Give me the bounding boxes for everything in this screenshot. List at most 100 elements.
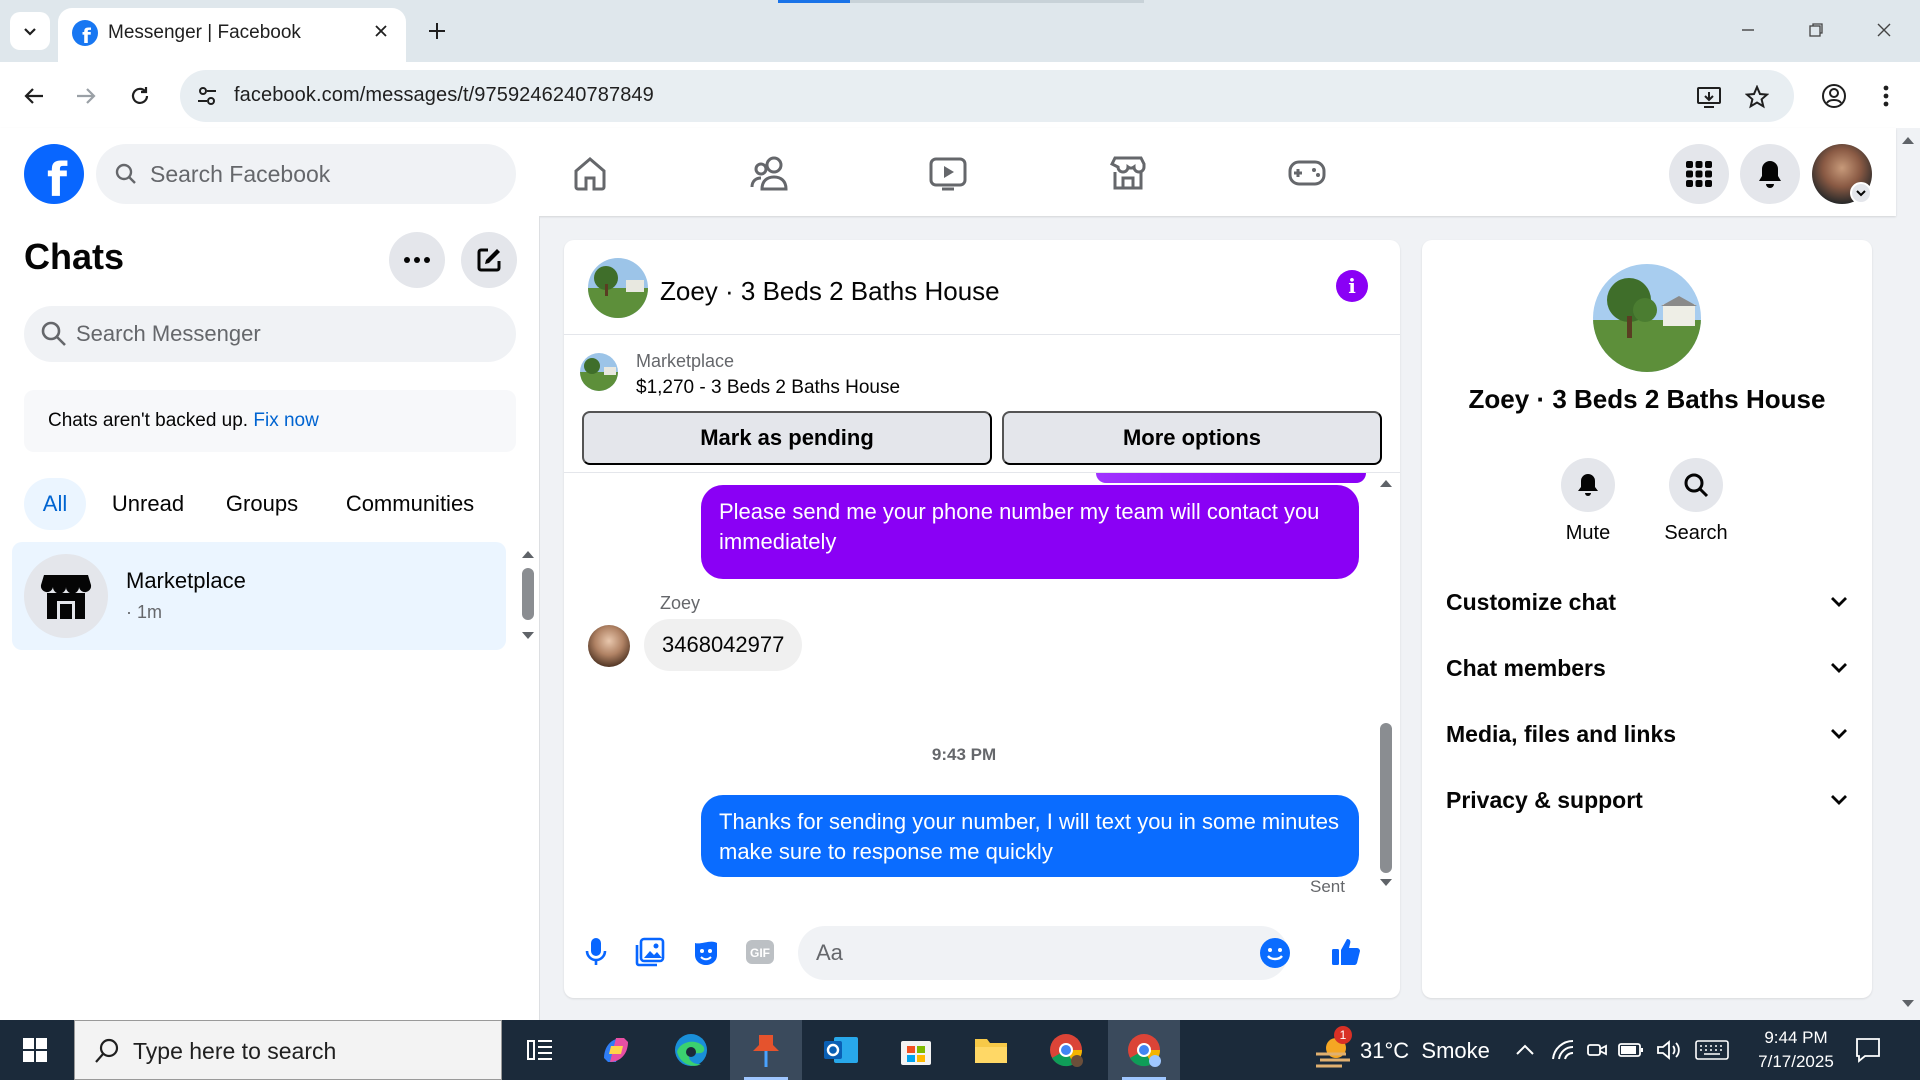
mute-action[interactable]: Mute	[1538, 458, 1638, 545]
tab-close-button[interactable]	[368, 18, 394, 44]
browser-tab-messenger[interactable]: f Messenger | Facebook	[58, 8, 406, 62]
store-app[interactable]	[880, 1020, 952, 1080]
sticker-button[interactable]	[684, 930, 728, 974]
install-app-icon[interactable]	[1694, 82, 1724, 112]
scroll-down-arrow-icon[interactable]	[1378, 877, 1394, 889]
listing-title[interactable]: $1,270 - 3 Beds 2 Baths House	[636, 377, 900, 399]
mark-as-pending-button[interactable]: Mark as pending	[582, 411, 992, 465]
nav-video[interactable]	[923, 148, 973, 198]
listing-thumbnail[interactable]	[580, 353, 618, 391]
site-info-icon[interactable]	[194, 83, 220, 109]
bookmark-star-icon[interactable]	[1742, 82, 1772, 112]
privacy-support-section[interactable]: Privacy & support	[1446, 772, 1848, 828]
volume-icon[interactable]	[1656, 1038, 1682, 1062]
attach-photo-button[interactable]	[628, 930, 672, 974]
chat-members-section[interactable]: Chat members	[1446, 640, 1848, 696]
voice-clip-button[interactable]	[574, 930, 618, 974]
mute-button[interactable]	[1561, 458, 1615, 512]
facebook-search-input[interactable]	[150, 154, 490, 194]
address-bar[interactable]: facebook.com/messages/t/9759246240787849	[180, 70, 1794, 122]
minimize-button[interactable]	[1726, 10, 1770, 50]
search-in-chat-button[interactable]	[1669, 458, 1723, 512]
taskbar-clock[interactable]: 9:44 PM 7/17/2025	[1736, 1026, 1856, 1074]
arrow-right-icon	[77, 88, 96, 104]
menu-button[interactable]	[1669, 144, 1729, 204]
conversation-title[interactable]: Zoey · 3 Beds 2 Baths House	[660, 276, 1000, 307]
media-files-links-section[interactable]: Media, files and links	[1446, 706, 1848, 762]
gif-button[interactable]: GIF	[738, 930, 782, 974]
notification-center-button[interactable]	[1854, 1036, 1884, 1064]
nav-gaming[interactable]	[1282, 148, 1332, 198]
fix-now-link[interactable]: Fix now	[253, 410, 318, 431]
account-dropdown-button[interactable]	[1850, 182, 1872, 204]
back-button[interactable]	[14, 76, 54, 116]
close-window-button[interactable]	[1862, 10, 1906, 50]
message-input-box[interactable]	[798, 926, 1290, 980]
notifications-button[interactable]	[1740, 144, 1800, 204]
browser-menu-button[interactable]	[1866, 76, 1906, 116]
filter-groups[interactable]: Groups	[210, 478, 314, 530]
network-icon[interactable]	[1550, 1038, 1576, 1062]
profile-button[interactable]	[1814, 76, 1854, 116]
facebook-logo-icon[interactable]: f	[24, 144, 84, 207]
chat-info-avatar[interactable]	[1593, 264, 1701, 372]
page-scroll-up-icon[interactable]	[1900, 134, 1916, 146]
outgoing-message[interactable]: Please send me your phone number my team…	[701, 485, 1359, 579]
chats-options-button[interactable]	[389, 232, 445, 288]
tray-overflow-button[interactable]	[1512, 1038, 1538, 1062]
taskbar-search[interactable]: Type here to search	[74, 1020, 502, 1080]
weather-widget[interactable]: 1 31°C Smoke	[1308, 1020, 1490, 1080]
forward-button[interactable]	[66, 76, 106, 116]
chat-list-item[interactable]: Marketplace · 1m	[12, 542, 506, 650]
message-input[interactable]	[816, 936, 1216, 970]
notes-app[interactable]	[730, 1020, 802, 1080]
file-explorer-app[interactable]	[955, 1020, 1027, 1080]
incoming-message[interactable]: 3468042977	[644, 619, 803, 671]
messenger-search-input[interactable]	[76, 316, 496, 352]
conversation-avatar[interactable]	[588, 258, 648, 318]
facebook-favicon-icon: f	[72, 20, 98, 48]
customize-chat-section[interactable]: Customize chat	[1446, 574, 1848, 630]
reload-button[interactable]	[120, 76, 160, 116]
more-options-button[interactable]: More options	[1002, 411, 1382, 465]
sender-avatar[interactable]	[588, 625, 630, 667]
task-view-button[interactable]	[504, 1020, 576, 1080]
messenger-search[interactable]	[24, 306, 516, 362]
nav-marketplace[interactable]	[1103, 148, 1153, 198]
outlook-app[interactable]	[805, 1020, 877, 1080]
facebook-search[interactable]	[96, 144, 516, 204]
nav-home[interactable]	[565, 148, 615, 198]
chat-list-scrollbar[interactable]	[522, 568, 534, 620]
like-button[interactable]	[1324, 930, 1368, 974]
restore-button[interactable]	[1794, 10, 1838, 50]
scroll-up-arrow-icon[interactable]	[520, 548, 536, 560]
nav-friends[interactable]	[745, 148, 795, 198]
outgoing-message[interactable]: Thanks for sending your number, I will t…	[701, 795, 1359, 877]
url-text[interactable]: facebook.com/messages/t/9759246240787849	[234, 84, 654, 107]
copilot-app[interactable]	[580, 1020, 652, 1080]
filter-all[interactable]: All	[24, 478, 86, 530]
chrome-app[interactable]	[1030, 1020, 1102, 1080]
new-message-button[interactable]	[461, 232, 517, 288]
tab-search-button[interactable]	[10, 12, 50, 50]
start-button[interactable]	[0, 1020, 70, 1080]
emoji-button[interactable]	[1260, 938, 1290, 968]
more-horizontal-icon	[404, 257, 430, 263]
keyboard-icon[interactable]	[1694, 1038, 1730, 1062]
edge-app[interactable]	[655, 1020, 727, 1080]
conversation-info-button[interactable]: i	[1336, 270, 1368, 302]
meet-now-icon[interactable]	[1584, 1038, 1610, 1062]
copilot-icon	[604, 1038, 628, 1062]
folder-icon	[975, 1039, 1007, 1063]
new-tab-button[interactable]	[420, 14, 454, 48]
plus-icon	[429, 23, 445, 39]
search-action[interactable]: Search	[1646, 458, 1746, 545]
scroll-up-arrow-icon[interactable]	[1378, 477, 1394, 489]
scroll-down-arrow-icon[interactable]	[520, 630, 536, 642]
filter-communities[interactable]: Communities	[326, 478, 494, 530]
battery-icon[interactable]	[1618, 1038, 1644, 1062]
filter-unread[interactable]: Unread	[98, 478, 198, 530]
message-list-scrollbar[interactable]	[1380, 723, 1392, 873]
page-scroll-down-icon[interactable]	[1900, 998, 1916, 1010]
chrome-profile-app[interactable]	[1108, 1020, 1180, 1080]
